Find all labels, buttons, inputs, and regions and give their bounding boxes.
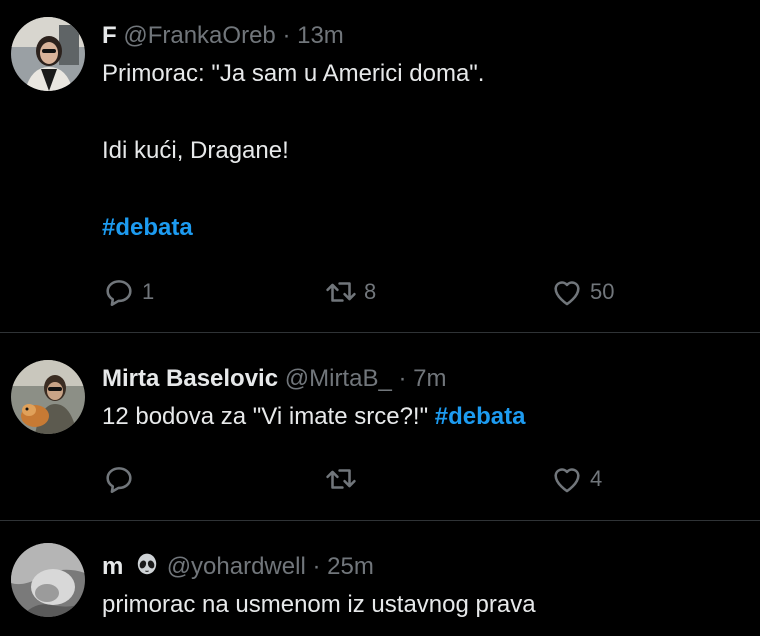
retweet-icon — [326, 282, 356, 302]
tweet-text-line: Primorac: "Ja sam u Americi doma". — [102, 60, 485, 87]
separator-dot: · — [312, 553, 321, 580]
like-count: 50 — [590, 279, 615, 304]
heart-icon — [554, 468, 580, 493]
separator-dot: · — [282, 22, 291, 49]
timestamp[interactable]: 7m — [413, 365, 446, 392]
tweet-text-line: 12 bodova za "Vi imate srce?!" — [102, 403, 429, 430]
display-name[interactable]: Mirta Baselovic — [102, 365, 278, 392]
separator-dot: · — [398, 365, 407, 392]
reply-icon — [106, 280, 132, 307]
tweet-text: 12 bodova za "Vi imate srce?!" #debata — [102, 401, 744, 433]
retweet-icon — [326, 469, 356, 489]
timestamp[interactable]: 13m — [297, 22, 344, 49]
tweet-header: Mirta Baselovic @MirtaB_ · 7m — [102, 363, 744, 395]
alien-icon — [134, 552, 160, 578]
hashtag-link[interactable]: #debata — [435, 403, 526, 430]
reply-icon — [106, 467, 132, 494]
tweet[interactable]: m @yohardwell · 25m primorac na usmenom … — [0, 521, 760, 636]
display-name[interactable]: m — [102, 553, 123, 580]
tweet-text: primorac na usmenom iz ustavnog prava — [102, 589, 744, 621]
heart-icon — [554, 281, 580, 306]
reply-button[interactable] — [102, 461, 142, 497]
retweet-button[interactable]: 8 — [324, 274, 376, 310]
tweet-text-line: primorac na usmenom iz ustavnog prava — [102, 591, 536, 618]
tweet[interactable]: F @FrankaOreb · 13m Primorac: "Ja sam u … — [0, 0, 760, 333]
user-handle[interactable]: @yohardwell — [167, 553, 306, 580]
reply-button[interactable]: 1 — [102, 274, 154, 310]
tweet-header: m @yohardwell · 25m — [102, 551, 744, 583]
avatar[interactable] — [11, 543, 85, 617]
like-count: 4 — [590, 466, 603, 491]
tweet-header: F @FrankaOreb · 13m — [102, 20, 744, 52]
avatar[interactable] — [11, 17, 85, 91]
display-name[interactable]: F — [102, 22, 117, 49]
user-handle[interactable]: @FrankaOreb — [123, 22, 275, 49]
tweet-actions: 1 8 50 — [102, 274, 744, 310]
like-button[interactable]: 50 — [550, 274, 614, 310]
retweet-count: 8 — [364, 279, 377, 304]
hashtag-link[interactable]: #debata — [102, 212, 744, 244]
reply-count: 1 — [142, 279, 155, 304]
tweet[interactable]: Mirta Baselovic @MirtaB_ · 7m 12 bodova … — [0, 333, 760, 521]
tweet-actions: 4 — [102, 461, 744, 497]
user-handle[interactable]: @MirtaB_ — [285, 365, 392, 392]
tweet-text-line: Idi kući, Dragane! — [102, 137, 289, 164]
retweet-button[interactable] — [324, 461, 364, 497]
timestamp[interactable]: 25m — [327, 553, 374, 580]
avatar[interactable] — [11, 360, 85, 434]
like-button[interactable]: 4 — [550, 461, 602, 497]
tweet-text: Primorac: "Ja sam u Americi doma". Idi k… — [102, 58, 744, 244]
